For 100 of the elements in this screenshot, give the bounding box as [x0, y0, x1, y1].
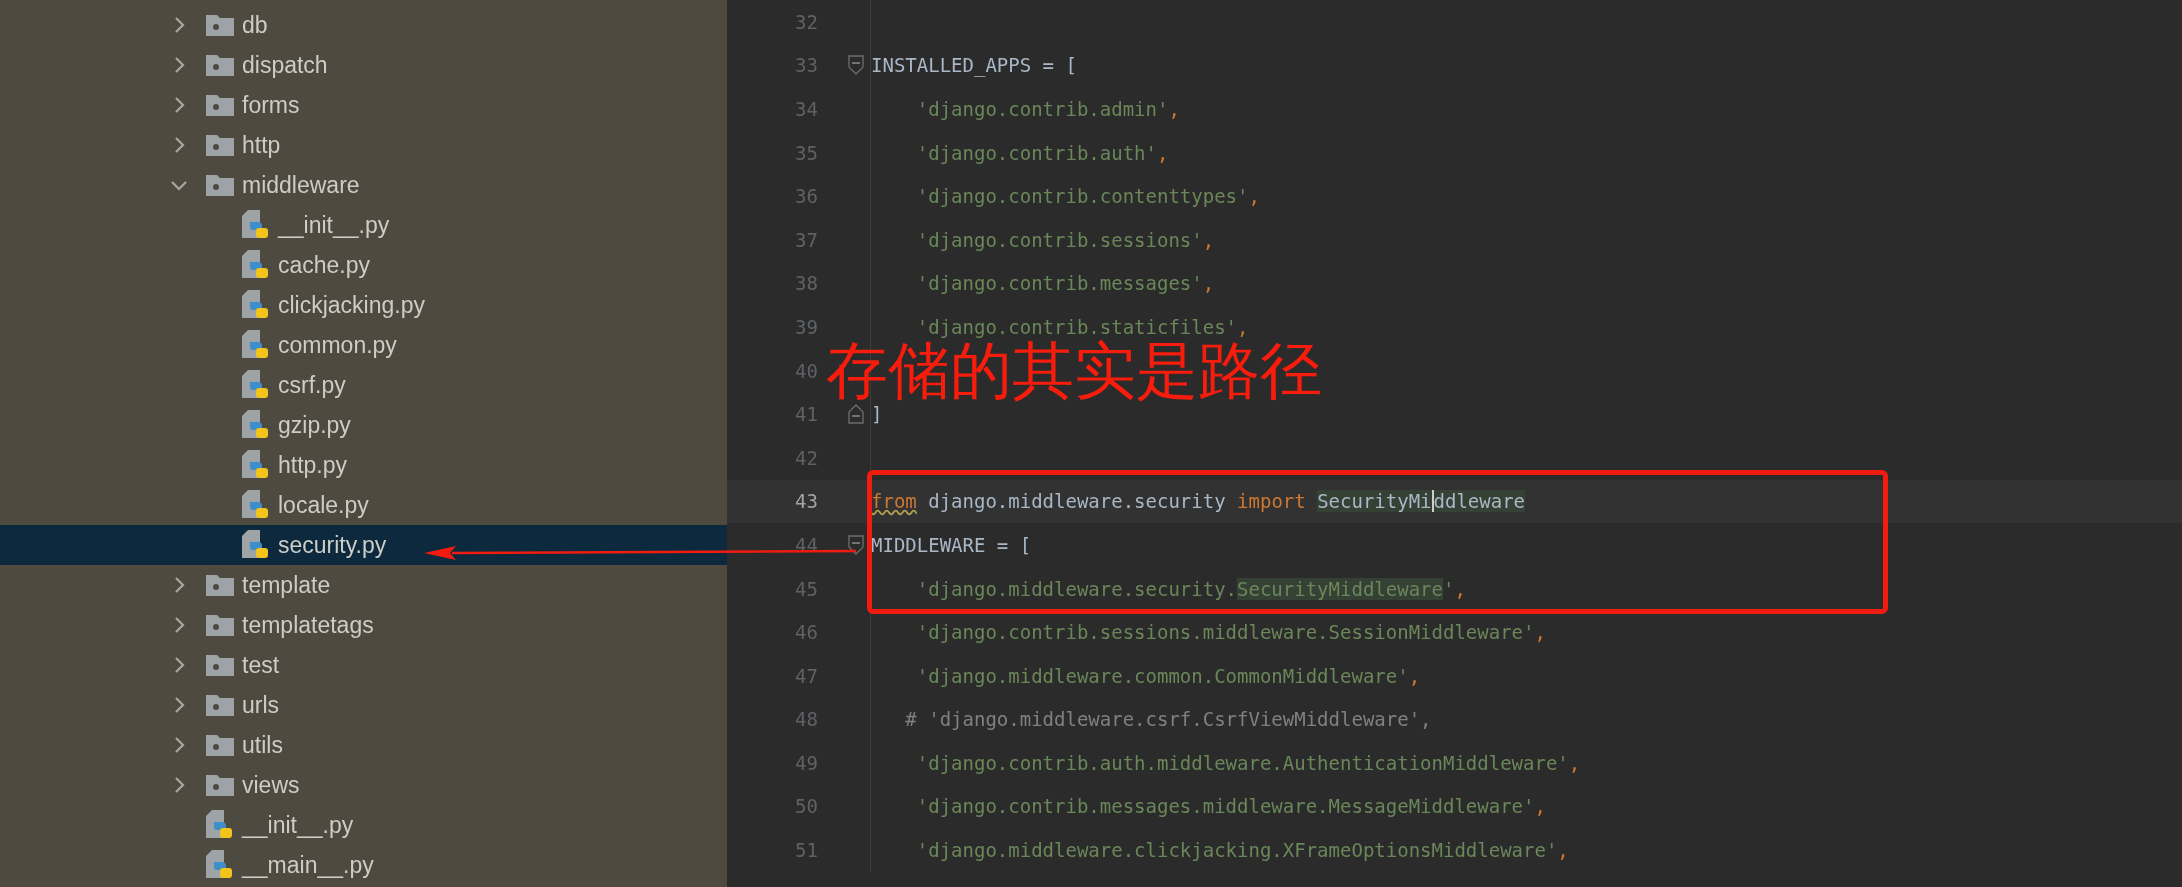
- code-line: 'django.middleware.common.CommonMiddleware',: [915, 664, 1421, 687]
- line-number: 36: [794, 185, 818, 208]
- code-line: ]: [871, 403, 883, 426]
- tree-item-label: forms: [242, 91, 300, 119]
- tree-item-label: http.py: [278, 451, 348, 479]
- folder-icon: [206, 613, 234, 637]
- tree-item-label: dispatch: [242, 51, 328, 79]
- code-line: 'django.contrib.contenttypes',: [915, 185, 1260, 208]
- code-line: 'django.contrib.messages.middleware.MessageMiddleware',: [915, 795, 1546, 818]
- tree-item[interactable]: views: [0, 765, 727, 805]
- tree-item-label: __init__.py: [278, 211, 390, 239]
- line-number: 32: [794, 10, 818, 33]
- folder-icon: [206, 773, 234, 797]
- code-line: 'django.contrib.messages',: [915, 272, 1215, 295]
- python-file-icon: [242, 450, 270, 480]
- folder-icon: [206, 573, 234, 597]
- tree-item[interactable]: urls: [0, 685, 727, 725]
- line-number: 39: [794, 315, 818, 338]
- tree-item-label: security.py: [278, 531, 387, 559]
- tree-item-label: db: [242, 11, 268, 39]
- line-number: 41: [794, 403, 818, 426]
- tree-item[interactable]: cache.py: [0, 245, 727, 285]
- tree-item-label: urls: [242, 691, 280, 719]
- tree-item-label: __init__.py: [242, 811, 354, 839]
- tree-item-label: views: [242, 771, 300, 799]
- code-line: 'django.contrib.admin',: [915, 98, 1180, 120]
- python-file-icon: [242, 290, 270, 320]
- folder-icon: [206, 733, 234, 757]
- tree-item[interactable]: __main__.py: [0, 845, 727, 885]
- tree-item[interactable]: csrf.py: [0, 365, 727, 405]
- tree-item[interactable]: template: [0, 565, 727, 605]
- tree-item-label: __main__.py: [242, 851, 374, 879]
- code-line: MIDDLEWARE = [: [871, 533, 1032, 556]
- tree-item[interactable]: http: [0, 125, 727, 165]
- tree-item-label: templatetags: [242, 611, 374, 639]
- tree-item[interactable]: clickjacking.py: [0, 285, 727, 325]
- python-file-icon: [206, 810, 234, 840]
- tree-item-label: http: [242, 131, 281, 159]
- tree-item[interactable]: security.py: [0, 525, 727, 565]
- line-number: 45: [794, 577, 818, 600]
- code-line: from django.middleware.security import SecurityMi ddleware: [871, 490, 1526, 513]
- code-line: # 'django.middleware.csrf.CsrfViewMiddleware',: [904, 708, 1432, 731]
- tree-item[interactable]: utils: [0, 725, 727, 765]
- tree-item[interactable]: db: [0, 5, 727, 45]
- folder-icon: [206, 93, 234, 117]
- line-number: 49: [794, 751, 818, 774]
- python-file-icon: [206, 850, 234, 880]
- tree-item[interactable]: http.py: [0, 445, 727, 485]
- folder-icon: [206, 173, 234, 197]
- line-number: 46: [794, 621, 818, 644]
- line-number: 38: [794, 272, 818, 295]
- tree-item[interactable]: common.py: [0, 325, 727, 365]
- code-line: 'django.contrib.sessions',: [915, 228, 1215, 251]
- code-line: 'django.contrib.auth.middleware.AuthenticationMiddleware',: [915, 751, 1581, 774]
- code-line: 'django.contrib.sessions.middleware.SessionMiddleware',: [915, 621, 1546, 644]
- line-number: 51: [794, 839, 818, 862]
- tree-item-label: cache.py: [278, 251, 371, 279]
- code-line: 'django.contrib.auth',: [915, 141, 1169, 164]
- fold-icon[interactable]: [848, 55, 864, 76]
- line-number: 43: [794, 490, 818, 513]
- folder-icon: [206, 693, 234, 717]
- folder-icon: [206, 133, 234, 157]
- line-number: 35: [794, 141, 818, 164]
- tree-item-label: utils: [242, 731, 283, 759]
- line-number: 50: [794, 795, 818, 818]
- folder-icon: [206, 13, 234, 37]
- tree-item[interactable]: __init__.py: [0, 205, 727, 245]
- tree-item[interactable]: middleware: [0, 165, 727, 205]
- python-file-icon: [242, 410, 270, 440]
- code-line: INSTALLED_APPS = [: [871, 54, 1077, 77]
- tree-item[interactable]: dispatch: [0, 45, 727, 85]
- fold-icon[interactable]: [848, 404, 864, 425]
- line-number: 47: [794, 664, 818, 687]
- tree-item[interactable]: forms: [0, 85, 727, 125]
- tree-item-label: csrf.py: [278, 371, 346, 399]
- python-file-icon: [242, 250, 270, 280]
- line-number: 48: [794, 708, 818, 731]
- tree-item[interactable]: locale.py: [0, 485, 727, 525]
- tree-item-label: test: [242, 651, 280, 679]
- code-line: 'django.middleware.security.SecurityMiddleware',: [915, 577, 1466, 600]
- line-number: 37: [794, 228, 818, 251]
- annotation-text: 存储的其实是路径: [826, 339, 1322, 403]
- code-line: 'django.middleware.clickjacking.XFrameOptionsMiddleware',: [915, 839, 1569, 862]
- tree-item-label: locale.py: [278, 491, 369, 519]
- fold-icon[interactable]: [848, 534, 864, 555]
- line-number: 33: [794, 54, 818, 77]
- line-number: 34: [794, 98, 818, 120]
- tree-item[interactable]: __init__.py: [0, 805, 727, 845]
- tree-item[interactable]: test: [0, 645, 727, 685]
- python-file-icon: [242, 530, 270, 560]
- python-file-icon: [242, 370, 270, 400]
- folder-icon: [206, 653, 234, 677]
- tree-item-label: clickjacking.py: [278, 291, 425, 319]
- line-number: 40: [794, 359, 818, 382]
- python-file-icon: [242, 490, 270, 520]
- tree-item[interactable]: templatetags: [0, 605, 727, 645]
- tree-item-label: common.py: [278, 331, 397, 359]
- tree-item-label: middleware: [242, 171, 360, 199]
- tree-item-label: template: [242, 571, 331, 599]
- tree-item[interactable]: gzip.py: [0, 405, 727, 445]
